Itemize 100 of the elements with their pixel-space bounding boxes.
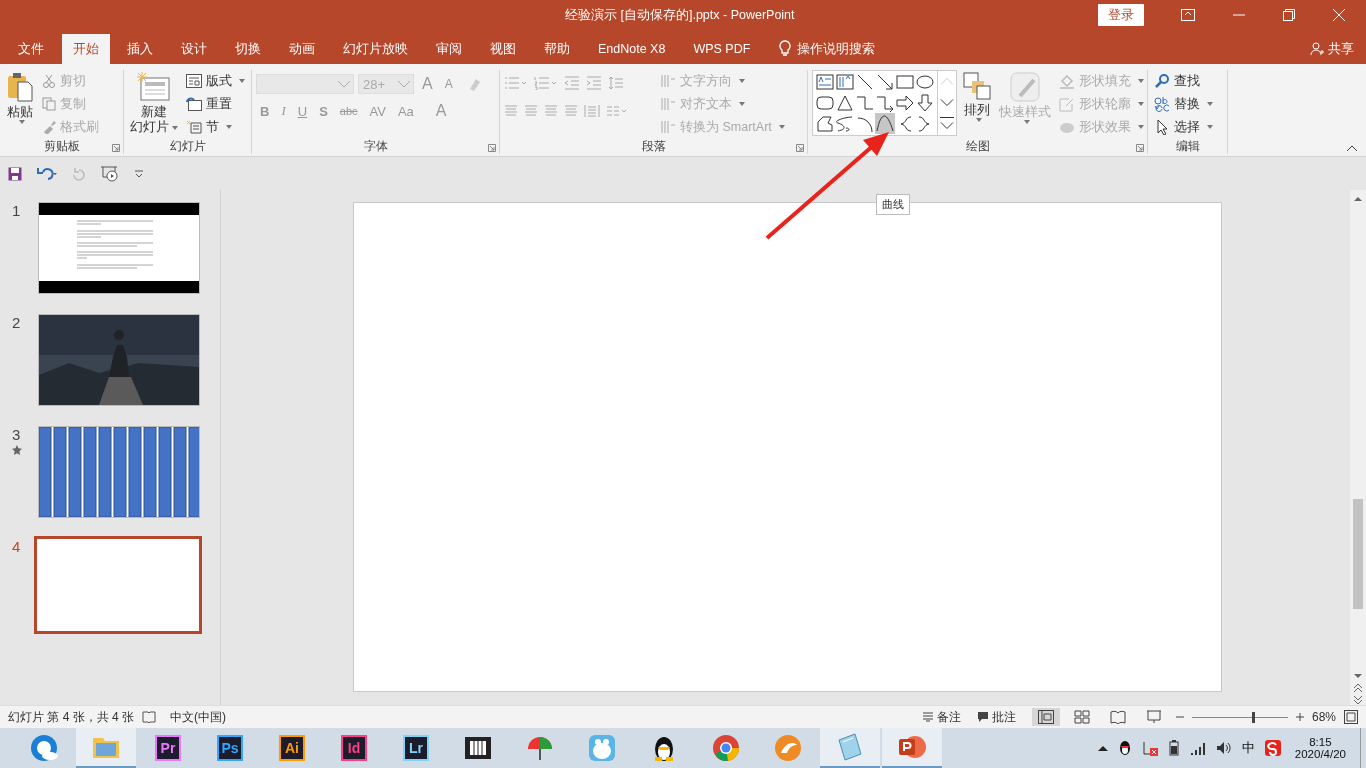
ribbon-tab[interactable]: 视图 <box>479 34 527 64</box>
clock-time[interactable]: 8:15 <box>1309 736 1332 748</box>
clock-date[interactable]: 2020/4/20 <box>1294 748 1346 760</box>
slide-thumbnail[interactable] <box>38 314 200 406</box>
paste-button[interactable]: 粘贴 <box>4 70 36 138</box>
editing-button[interactable]: 替换 <box>1152 93 1215 115</box>
fit-slide-icon[interactable] <box>1344 710 1358 724</box>
spelling-icon[interactable] <box>142 711 157 723</box>
language-status[interactable]: 中文(中国) <box>170 708 227 726</box>
group-label: 剪贴板 <box>43 137 80 155</box>
ribbon-tab[interactable]: 帮助 <box>533 34 581 64</box>
close-icon[interactable] <box>1333 9 1345 21</box>
group-label: 绘图 <box>965 137 990 155</box>
arrange-button[interactable]: 排列 <box>961 70 993 138</box>
zoom-in-icon[interactable] <box>1295 713 1304 721</box>
ribbon-tab[interactable]: WPS PDF <box>682 34 762 64</box>
ribbon-tab[interactable]: 动画 <box>278 34 326 64</box>
undo-icon[interactable] <box>36 166 58 181</box>
editing-button[interactable]: 查找 <box>1152 70 1215 92</box>
caret-icon <box>1207 102 1213 106</box>
new-slide-icon <box>137 72 171 102</box>
dialog-launcher-icon[interactable] <box>112 144 120 152</box>
ribbon-tab[interactable]: 幻灯片放映 <box>332 34 419 64</box>
person-add-icon <box>1310 42 1324 56</box>
ribbon-tab[interactable]: 设计 <box>170 34 218 64</box>
normal-view-icon[interactable] <box>1031 708 1060 726</box>
scrollbar-thumb[interactable] <box>1353 499 1363 609</box>
new-slide-button[interactable]: 新建 幻灯片 <box>128 70 180 138</box>
volume-icon[interactable] <box>1215 740 1232 756</box>
fox-icon <box>773 733 803 763</box>
wifi-signal-icon[interactable] <box>1189 740 1206 756</box>
shape-icon <box>876 93 894 112</box>
taskbar-app[interactable]: Ai <box>262 728 322 768</box>
clipboard-icon <box>6 72 34 102</box>
dialog-launcher-icon[interactable] <box>488 144 496 152</box>
next-slide-icon[interactable] <box>1353 695 1363 705</box>
caret-icon <box>239 79 245 83</box>
slideshow-icon[interactable] <box>100 165 120 182</box>
shape-icon <box>856 93 874 112</box>
slides-button[interactable]: 版式 <box>184 70 247 92</box>
slide-thumbnail[interactable] <box>38 202 200 294</box>
previous-slide-icon[interactable] <box>1353 683 1363 693</box>
input-method-indicator[interactable]: 中 <box>1241 739 1255 757</box>
share-button[interactable]: 共享 <box>1310 34 1354 64</box>
slide-thumbnail[interactable] <box>34 536 202 634</box>
slides-button[interactable]: 重置 <box>184 93 247 115</box>
copy-icon <box>42 97 56 111</box>
shape-icon <box>816 72 834 91</box>
app-tile: Id <box>341 735 367 761</box>
caret-icon <box>226 125 232 129</box>
login-button[interactable]: 登录 <box>1098 4 1144 26</box>
save-icon[interactable] <box>8 166 22 181</box>
shape-icon <box>896 72 914 91</box>
editing-button[interactable]: 选择 <box>1152 116 1215 138</box>
text-direction-icon <box>660 73 676 89</box>
ribbon-tab[interactable]: 文件 <box>6 34 56 64</box>
ribbon-tab[interactable]: 插入 <box>116 34 164 64</box>
scroll-down-icon[interactable] <box>1353 671 1363 681</box>
caret-icon <box>975 118 982 122</box>
shape-icon <box>916 72 934 91</box>
ribbon-tab[interactable]: 审阅 <box>425 34 473 64</box>
zoom-slider-thumb[interactable] <box>1251 711 1255 723</box>
taskbar-app[interactable]: Pr <box>138 728 198 768</box>
restore-icon[interactable] <box>1283 9 1295 21</box>
battery-icon[interactable] <box>1167 740 1180 756</box>
network-error-icon[interactable] <box>1141 740 1158 756</box>
comments-button[interactable]: 批注 <box>976 708 1016 726</box>
shape-icon <box>916 93 934 112</box>
dialog-launcher-icon[interactable] <box>796 144 804 152</box>
replace-icon <box>1154 96 1170 112</box>
app-tile: Ps <box>217 735 243 761</box>
slides-button[interactable]: 节 <box>184 116 247 138</box>
font-name-field[interactable] <box>256 74 354 94</box>
taskbar-app[interactable]: Id <box>324 728 384 768</box>
taskbar-app[interactable]: Ps <box>200 728 260 768</box>
sogou-icon[interactable] <box>1264 740 1281 756</box>
shape-item[interactable] <box>815 113 835 134</box>
shape-item[interactable] <box>915 92 935 113</box>
ribbon-display-icon[interactable] <box>1181 9 1195 21</box>
shape-icon <box>816 114 834 133</box>
shape-icon <box>856 72 874 91</box>
taskbar-app[interactable]: Lr <box>386 728 446 768</box>
zoom-level[interactable]: 68% <box>1311 710 1336 724</box>
ribbon-tab[interactable]: 切换 <box>224 34 272 64</box>
slide-thumbnail[interactable] <box>38 426 200 518</box>
tray-expand-icon[interactable] <box>1097 745 1108 751</box>
ribbon-tab[interactable]: 开始 <box>62 34 110 64</box>
dialog-launcher-icon[interactable] <box>1136 144 1144 152</box>
notes-button[interactable]: 备注 <box>921 708 961 726</box>
chrome-icon <box>711 733 741 763</box>
tell-me-search[interactable]: 操作说明搜索 <box>797 34 876 64</box>
group-label: 段落 <box>641 137 666 155</box>
ribbon-tab[interactable]: EndNote X8 <box>587 34 677 64</box>
collapse-ribbon-icon[interactable] <box>1346 144 1358 152</box>
notes-icon <box>921 712 934 722</box>
customize-icon[interactable] <box>134 169 144 178</box>
penguin-icon[interactable] <box>1117 740 1132 756</box>
scroll-up-icon[interactable] <box>1353 194 1363 204</box>
app-tile: Lr <box>403 735 429 761</box>
layout-icon <box>186 74 202 88</box>
